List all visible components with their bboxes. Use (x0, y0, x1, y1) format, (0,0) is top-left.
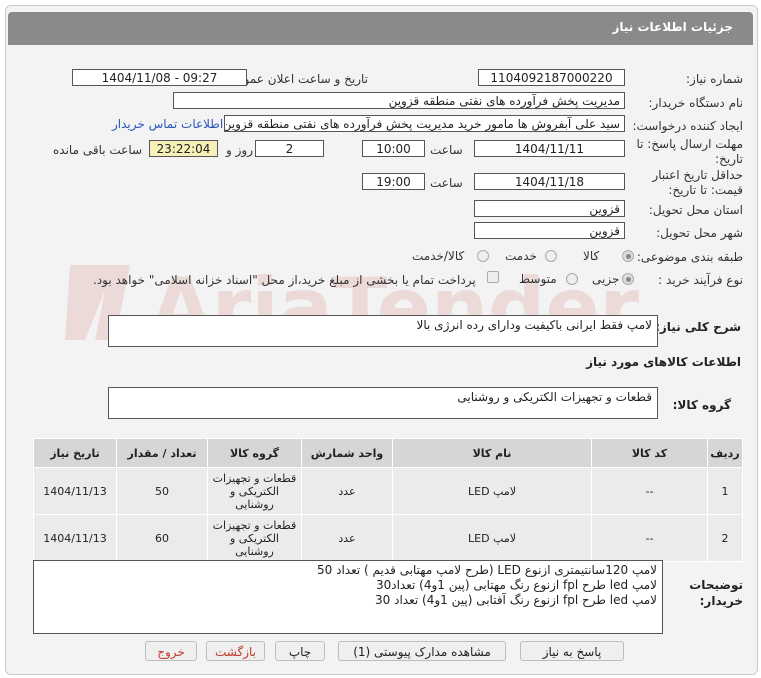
summary-label: شرح کلی نیاز: (655, 320, 741, 334)
purchase-option-minor: جزیی (592, 272, 620, 286)
remaining-time-field: 23:22:04 (149, 140, 218, 157)
buyer-org-label: نام دستگاه خریدار: (648, 96, 744, 110)
category-option-both: کالا/خدمت (412, 249, 465, 263)
summary-textarea: لامپ فقط ایرانی باکیفیت ودارای رده انرژی… (108, 315, 658, 347)
deadline-time-field: 10:00 (362, 140, 425, 157)
category-radio-both[interactable] (477, 250, 489, 262)
goods-group-textarea: قطعات و تجهیزات الکتریکی و روشنایی (108, 387, 658, 419)
col-row: ردیف (707, 438, 743, 468)
purchase-option-medium: متوسط (519, 272, 557, 286)
print-button[interactable]: چاپ (275, 641, 325, 661)
purchase-radio-minor[interactable] (622, 273, 634, 285)
goods-group-label: گروه کالا: (672, 398, 731, 412)
cell-code: -- (591, 467, 708, 515)
reply-button[interactable]: پاسخ به نیاز (520, 641, 624, 661)
items-table: ردیف کد کالا نام کالا واحد شمارش گروه کا… (33, 438, 743, 562)
notes-line: لامپ led طرح fpl ازنوع رنگ آفتابی (پین 1… (375, 593, 657, 607)
treasury-checkbox[interactable] (487, 271, 499, 283)
back-button[interactable]: بازگشت (206, 641, 265, 661)
deadline-label: مهلت ارسال پاسخ: تا تاریخ: (636, 137, 743, 166)
deadline-date-field: 1404/11/11 (474, 140, 625, 157)
exit-button[interactable]: خروج (145, 641, 197, 661)
page-title: جزئیات اطلاعات نیاز (612, 20, 733, 34)
table-row[interactable]: 1 -- لامپ LED عدد قطعات و تجهیزات الکتری… (33, 467, 743, 515)
requester-label: ایجاد کننده درخواست: (632, 119, 743, 133)
announce-field: 1404/11/08 - 09:27 (72, 69, 247, 86)
goods-info-title: اطلاعات کالاهای مورد نیاز (586, 355, 741, 369)
city-label: شهر محل تحویل: (656, 226, 743, 240)
buyer-notes-label: توضیحات خریدار: (689, 578, 743, 608)
category-radio-service[interactable] (545, 250, 557, 262)
cell-row: 2 (707, 514, 743, 562)
cell-qty: 50 (116, 467, 208, 515)
col-code: کد کالا (591, 438, 708, 468)
title-bar: جزئیات اطلاعات نیاز (8, 12, 753, 45)
category-label: طبقه بندی موضوعی: (636, 250, 743, 264)
col-name: نام کالا (392, 438, 592, 468)
province-label: استان محل تحویل: (648, 203, 743, 217)
cell-name: لامپ LED (392, 467, 592, 515)
col-qty: تعداد / مقدار (116, 438, 208, 468)
need-number-label: شماره نیاز: (686, 72, 743, 86)
cell-unit: عدد (301, 514, 393, 562)
col-date: تاریخ نیاز (33, 438, 117, 468)
need-number-field: 1104092187000220 (478, 69, 625, 86)
col-group: گروه کالا (207, 438, 302, 468)
cell-row: 1 (707, 467, 743, 515)
category-option-goods: کالا (583, 249, 600, 263)
cell-qty: 60 (116, 514, 208, 562)
cell-date: 1404/11/13 (33, 467, 117, 515)
table-header-row: ردیف کد کالا نام کالا واحد شمارش گروه کا… (33, 438, 743, 468)
purchase-type-label: نوع فرآیند خرید : (658, 273, 743, 287)
requester-field: سید علی آبفروش ها مامور خرید مدیریت پخش … (224, 115, 625, 132)
cell-group: قطعات و تجهیزات الکتریکی و روشنایی (207, 467, 302, 515)
treasury-note: پرداخت تمام یا بخشی از مبلغ خرید،از محل … (93, 273, 476, 287)
validity-time-label: ساعت (430, 176, 463, 190)
deadline-time-label: ساعت (430, 143, 463, 157)
summary-text: لامپ فقط ایرانی باکیفیت ودارای رده انرژی… (416, 318, 652, 332)
purchase-radio-medium[interactable] (566, 273, 578, 285)
validity-date-field: 1404/11/18 (474, 173, 625, 190)
view-attachments-button[interactable]: مشاهده مدارک پیوستی (1) (338, 641, 506, 661)
validity-time-field: 19:00 (362, 173, 425, 190)
buyer-notes-textarea: لامپ 120سانتیمتری ازنوع LED (طرح لامپ مه… (33, 560, 663, 634)
notes-line: لامپ led طرح fpl ازنوع رنگ مهتابی (پین 1… (375, 578, 657, 592)
table-row[interactable]: 2 -- لامپ LED عدد قطعات و تجهیزات الکتری… (33, 514, 743, 562)
cell-unit: عدد (301, 467, 393, 515)
remaining-label: ساعت باقی مانده (53, 143, 143, 157)
notes-line: لامپ 120سانتیمتری ازنوع LED (طرح لامپ مه… (317, 563, 657, 577)
city-field: قزوین (474, 222, 625, 239)
province-field: قزوین (474, 200, 625, 217)
cell-date: 1404/11/13 (33, 514, 117, 562)
validity-label: حداقل تاریخ اعتبار قیمت: تا تاریخ: (652, 168, 743, 197)
buyer-org-field: مدیریت پخش فرآورده های نفتی منطقه قزوین (173, 92, 625, 109)
days-field: 2 (255, 140, 324, 157)
cell-name: لامپ LED (392, 514, 592, 562)
cell-code: -- (591, 514, 708, 562)
goods-group-value: قطعات و تجهیزات الکتریکی و روشنایی (457, 390, 652, 404)
category-option-service: خدمت (505, 249, 537, 263)
category-radio-goods[interactable] (622, 250, 634, 262)
buyer-contact-link[interactable]: اطلاعات تماس خریدار (112, 117, 223, 131)
days-label: روز و (226, 143, 253, 157)
cell-group: قطعات و تجهیزات الکتریکی و روشنایی (207, 514, 302, 562)
col-unit: واحد شمارش (301, 438, 393, 468)
